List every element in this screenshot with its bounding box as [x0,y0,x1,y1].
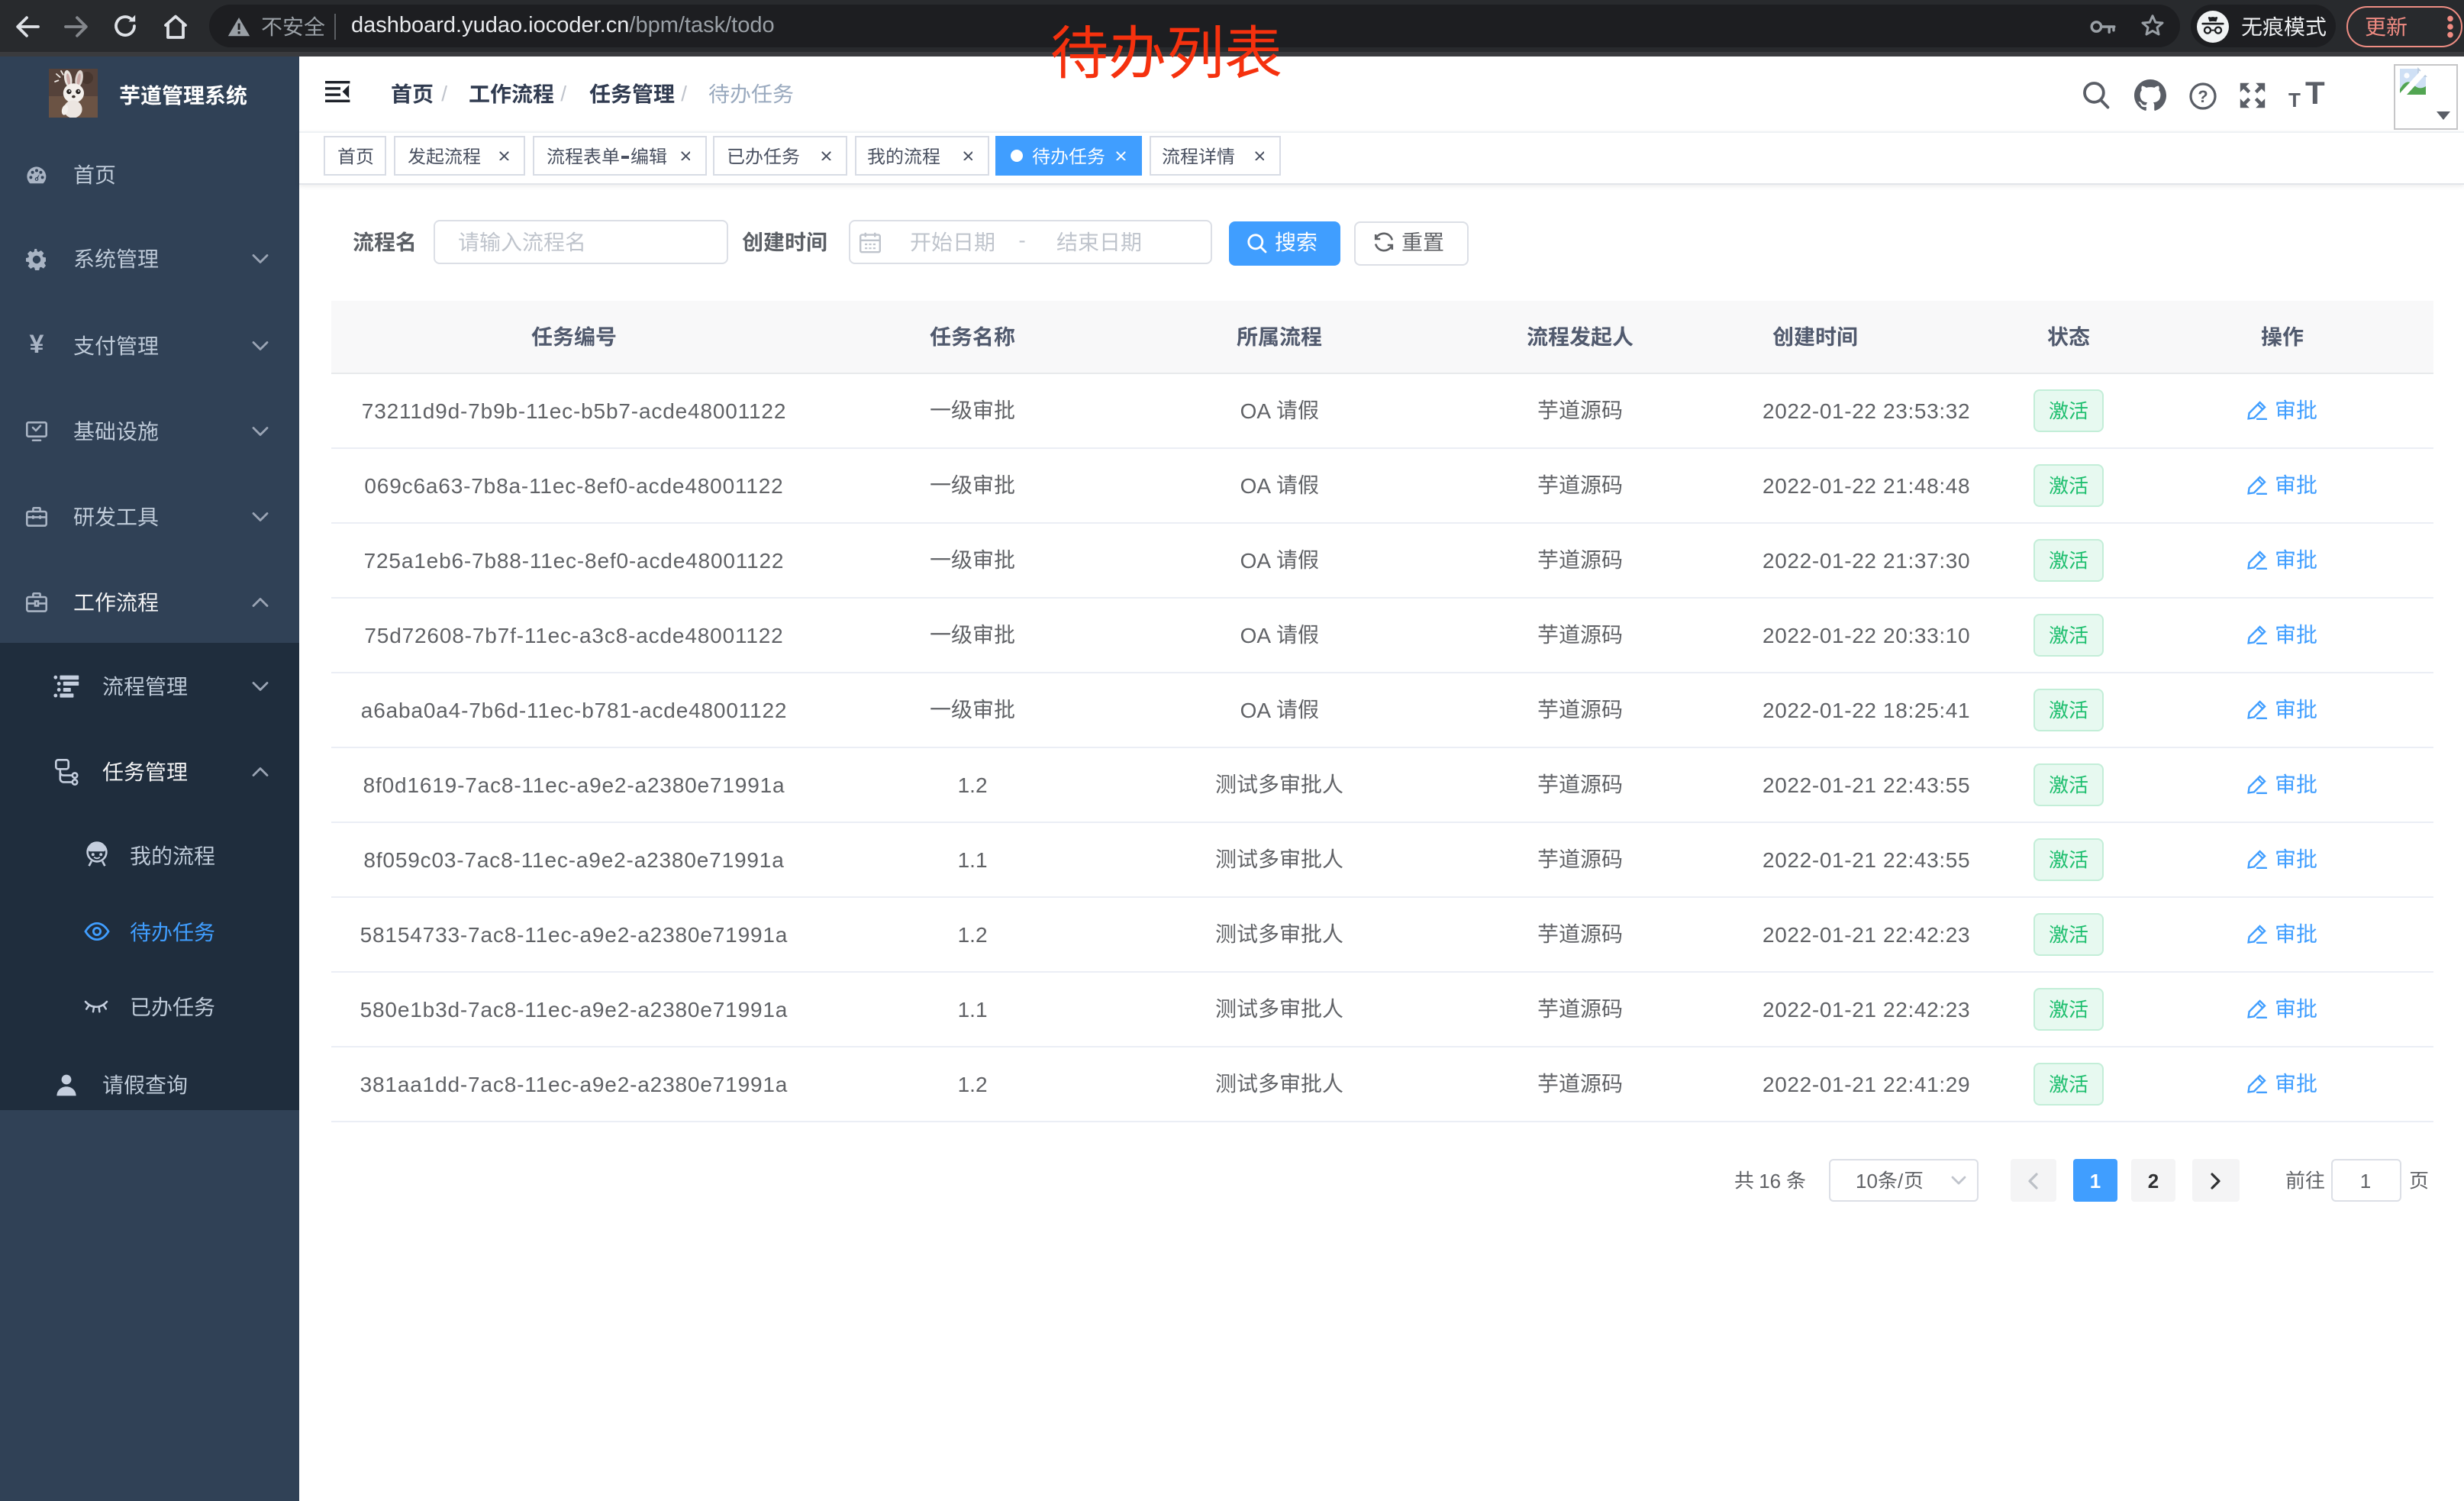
svg-text:?: ? [2198,86,2208,105]
